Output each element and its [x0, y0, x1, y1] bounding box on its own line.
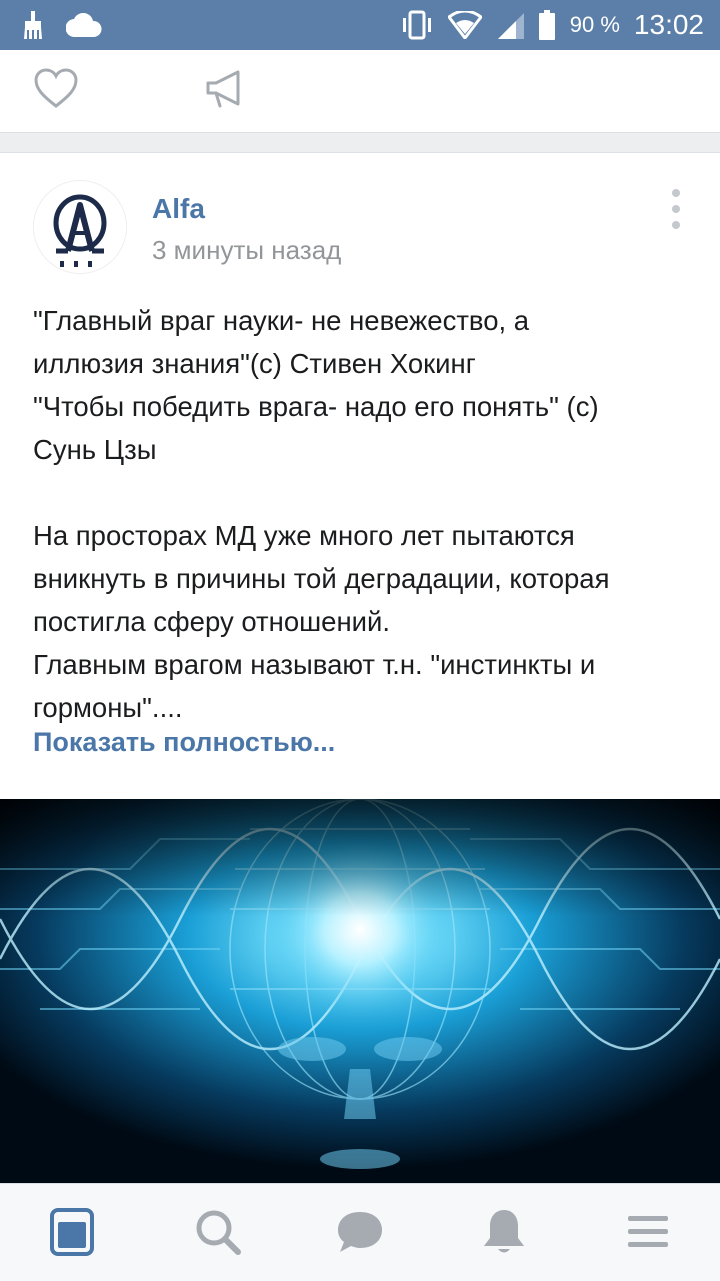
more-options-icon[interactable] [664, 189, 688, 229]
cleaner-icon [24, 11, 42, 39]
wifi-icon [447, 11, 482, 39]
heart-icon[interactable] [33, 66, 79, 112]
post-line: "Главный враг науки- не невежество, а [33, 305, 530, 336]
post-author[interactable]: Alfa [152, 193, 205, 225]
news-icon[interactable] [46, 1206, 98, 1258]
post-image[interactable] [0, 799, 720, 1189]
battery-icon [538, 10, 555, 40]
status-bar: 90 % 13:02 [0, 0, 720, 50]
digital-head-image [0, 799, 720, 1189]
previous-post-actions [0, 50, 720, 133]
bottom-navigation [0, 1183, 720, 1281]
search-icon[interactable] [192, 1206, 244, 1258]
show-more-link[interactable]: Показать полностью... [33, 727, 335, 758]
post-timestamp: 3 минуты назад [152, 235, 342, 265]
post-line: "Чтобы победить врага- надо его понять" … [33, 391, 599, 422]
vibrate-icon [402, 10, 431, 40]
post-line: Главным врагом называют т.н. "инстинкты … [33, 649, 596, 680]
post-line: На просторах МД уже много лет пытаются [33, 520, 575, 551]
post-line: гормоны".... [33, 692, 183, 723]
megaphone-icon[interactable] [202, 66, 248, 112]
avatar[interactable] [34, 181, 126, 273]
post-text: "Главный враг науки- не невежество, а ил… [33, 299, 693, 729]
post-line: вникнуть в причины той деградации, котор… [33, 563, 610, 594]
post-line: иллюзия знания"(с) Стивен Хокинг [33, 348, 476, 379]
battery-percent: 90 % [569, 12, 620, 37]
notifications-icon[interactable] [478, 1206, 530, 1258]
signal-icon [497, 13, 524, 39]
messages-icon[interactable] [334, 1206, 386, 1258]
cloud-icon [66, 13, 102, 37]
menu-icon[interactable] [622, 1206, 674, 1258]
clock: 13:02 [633, 9, 704, 40]
post-card: Alfa 3 минуты назад "Главный враг науки-… [0, 152, 720, 1189]
post-line: Сунь Цзы [33, 434, 157, 465]
alfa-logo [34, 181, 126, 273]
post-line: постигла сферу отношений. [33, 606, 391, 637]
post-line-blank [33, 471, 693, 514]
